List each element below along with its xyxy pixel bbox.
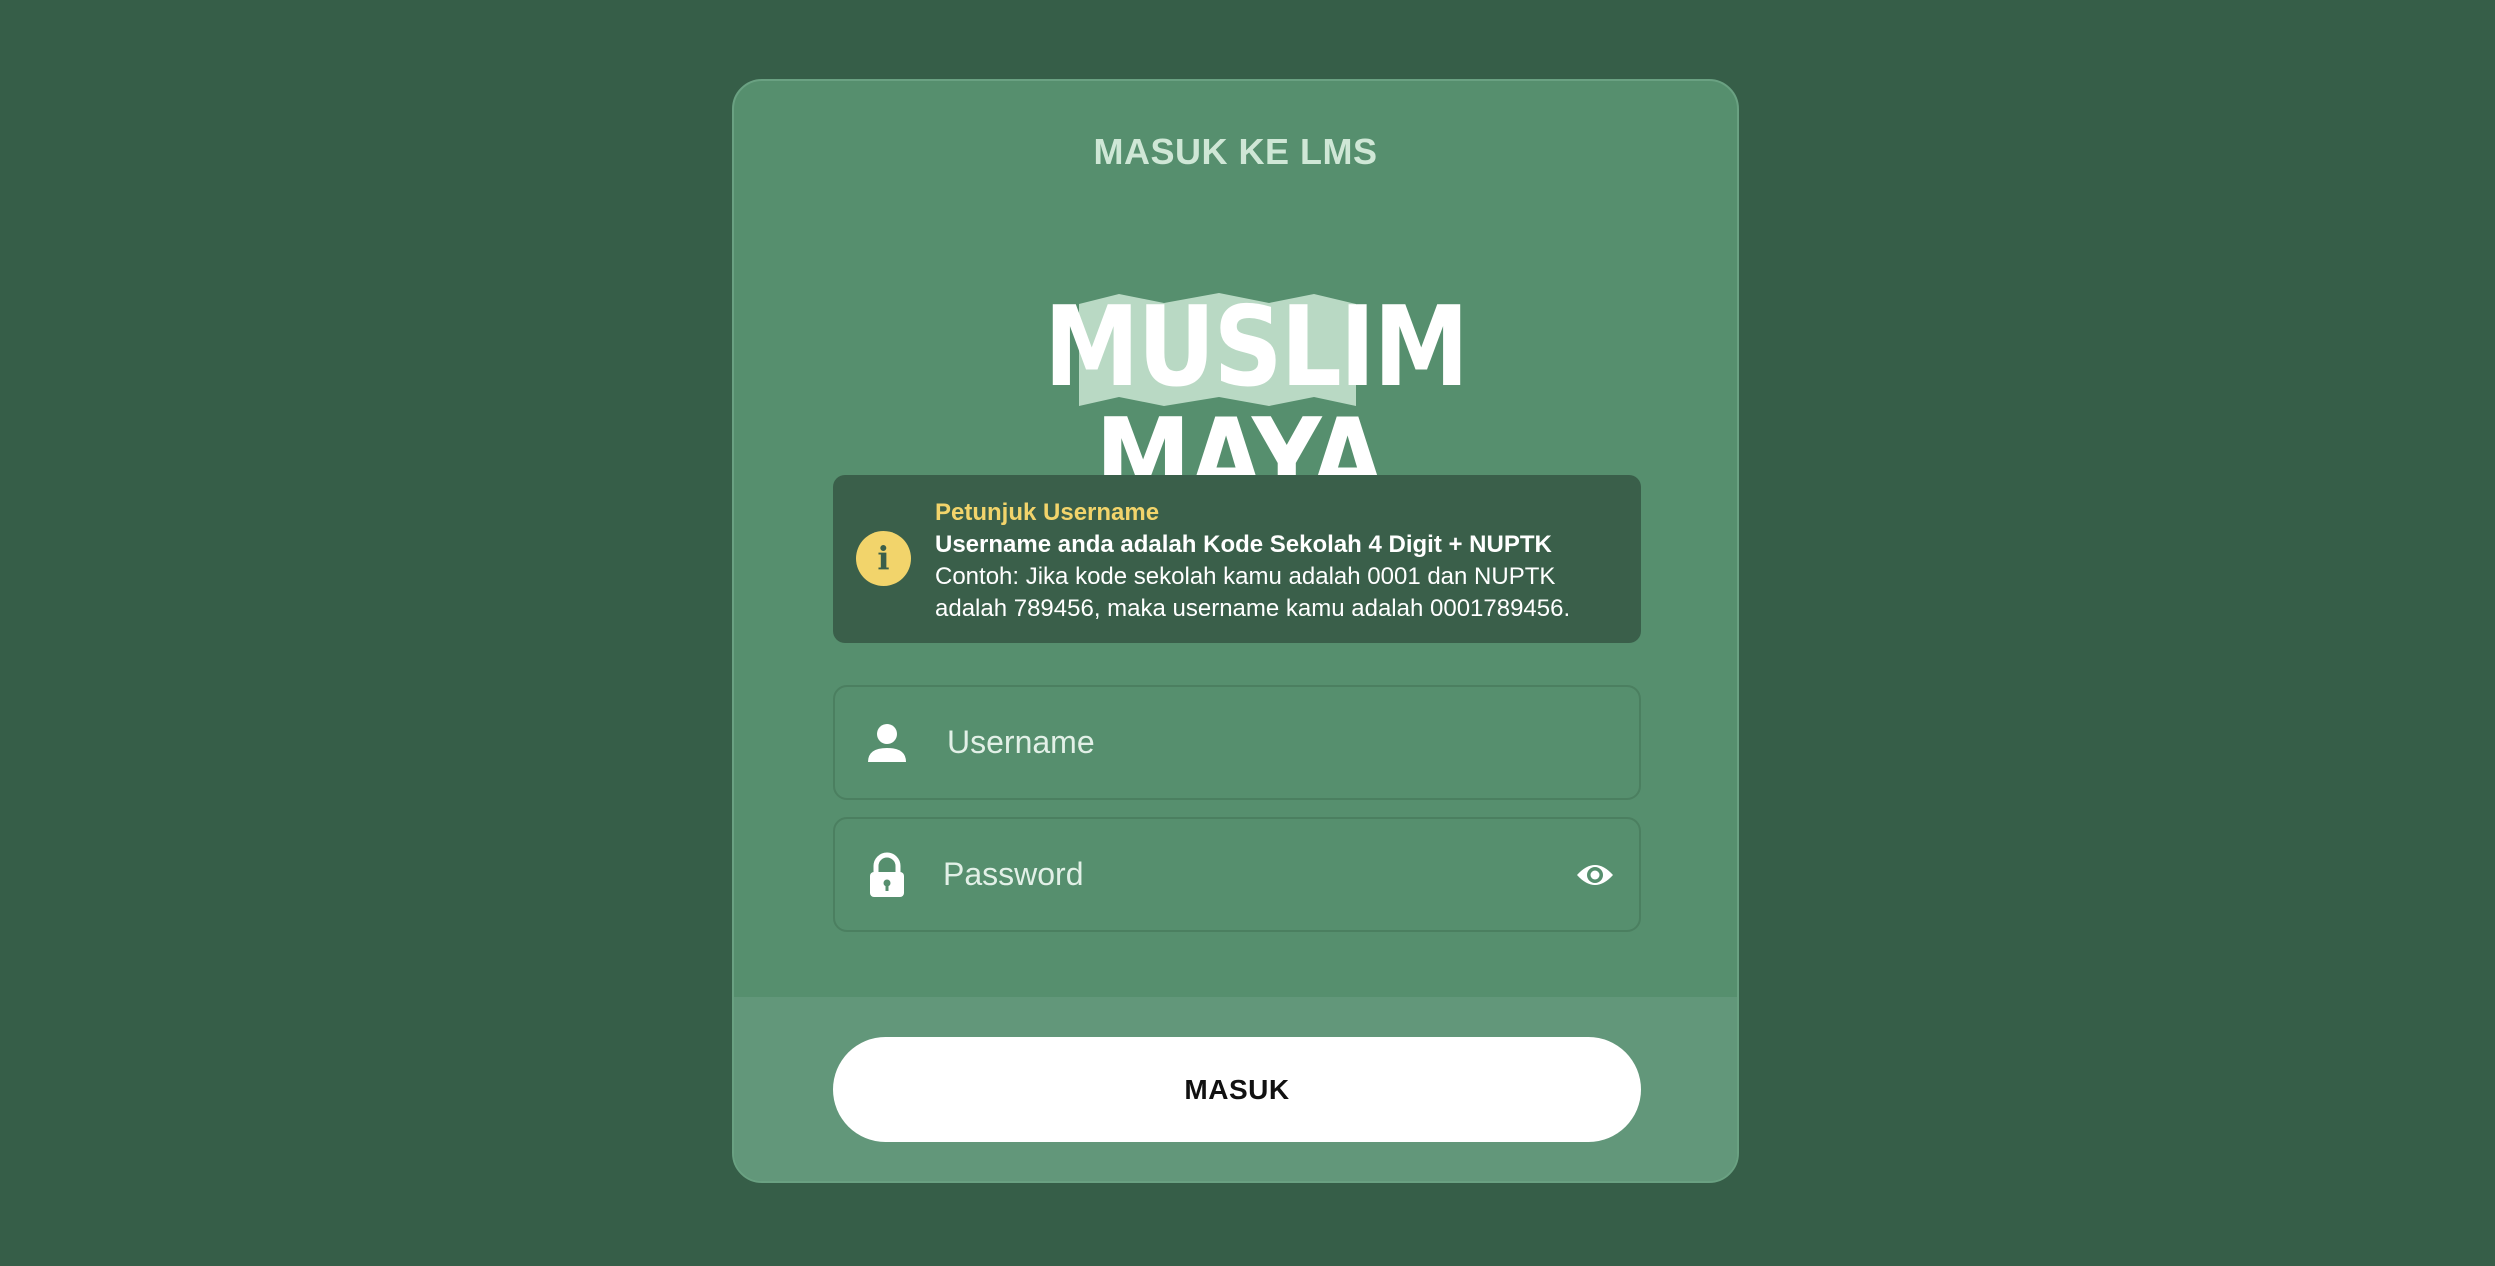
username-field[interactable] bbox=[833, 685, 1641, 800]
password-field[interactable] bbox=[833, 817, 1641, 932]
username-hint-box: i Petunjuk Username Username anda adalah… bbox=[833, 475, 1641, 643]
logo-line-1: MUSLIM bbox=[1044, 282, 1469, 412]
login-card: MASUK KE LMS MUSLIM MAYA i Petunjuk User… bbox=[732, 79, 1739, 1183]
lock-icon bbox=[870, 852, 904, 897]
eye-icon[interactable] bbox=[1575, 857, 1615, 893]
hint-example: Contoh: Jika kode sekolah kamu adalah 00… bbox=[935, 563, 1571, 622]
page-title: MASUK KE LMS bbox=[1093, 131, 1378, 172]
username-input[interactable] bbox=[947, 687, 1567, 798]
hint-heading: Petunjuk Username bbox=[935, 499, 1160, 526]
password-input[interactable] bbox=[943, 819, 1563, 930]
hint-rule: Username anda adalah Kode Sekolah 4 Digi… bbox=[935, 531, 1552, 558]
login-button[interactable]: MASUK bbox=[833, 1037, 1641, 1142]
user-icon bbox=[868, 724, 906, 762]
info-icon: i bbox=[856, 531, 911, 586]
username-hint-text: Petunjuk Username Username anda adalah K… bbox=[935, 497, 1625, 625]
card-footer: MASUK bbox=[734, 997, 1737, 1181]
